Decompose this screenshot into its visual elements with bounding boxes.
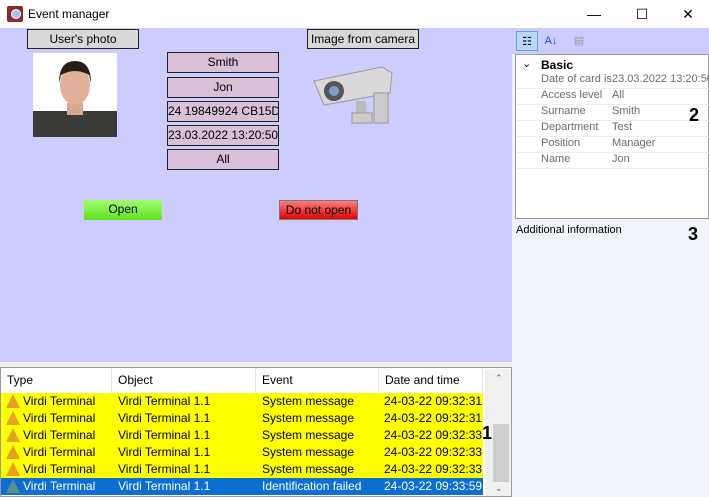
property-key: Surname	[541, 105, 586, 117]
cell-time: 24-03-22 09:32:33	[384, 428, 483, 442]
cell-object: Virdi Terminal 1.1	[118, 394, 211, 408]
cell-type: Virdi Terminal	[23, 411, 96, 425]
column-header-date[interactable]: Date and time	[379, 368, 483, 393]
cell-time: 24-03-22 09:32:31	[384, 411, 483, 425]
do-not-open-button[interactable]: Do not open	[279, 200, 358, 220]
event-row[interactable]: Virdi Terminal Virdi Terminal 1.1 System m…	[1, 427, 483, 444]
cell-event: System message	[262, 428, 355, 442]
property-key: Department	[541, 121, 599, 133]
cell-object: Virdi Terminal 1.1	[118, 428, 211, 442]
collapse-chevron-icon[interactable]: ⌄	[522, 57, 531, 70]
close-button[interactable]: ✕	[665, 0, 709, 28]
property-value: All	[612, 89, 625, 101]
cell-time: 24-03-22 09:32:33	[384, 445, 483, 459]
event-row[interactable]: Virdi Terminal Virdi Terminal 1.1 System m…	[1, 461, 483, 478]
card-date-field: 23.03.2022 13:20:50	[167, 125, 279, 146]
cell-object: Virdi Terminal 1.1	[118, 411, 211, 425]
event-row[interactable]: Virdi Terminal Virdi Terminal 1.1 System m…	[1, 410, 483, 427]
users-photo-label: User's photo	[27, 29, 139, 49]
cell-type: Virdi Terminal	[23, 394, 96, 408]
column-header-event[interactable]: Event	[256, 368, 379, 393]
additional-info-panel: Additional information	[512, 220, 709, 497]
cell-event: Identification failed	[262, 479, 362, 493]
card-number-field: 24 19849924 CB15D	[167, 101, 279, 122]
cell-object: Virdi Terminal 1.1	[118, 445, 211, 459]
event-row[interactable]: Virdi Terminal Virdi Terminal 1.1 Identifi…	[1, 478, 483, 495]
category-basic: Basic	[541, 58, 574, 72]
column-header-type[interactable]: Type	[1, 368, 112, 393]
event-row[interactable]: Virdi Terminal Virdi Terminal 1.1 System m…	[1, 393, 483, 410]
property-row[interactable]: Surname Smith	[516, 105, 709, 121]
cell-event: System message	[262, 394, 355, 408]
property-row[interactable]: Department Test	[516, 121, 709, 137]
additional-info-label: Additional information	[516, 224, 622, 236]
cell-object: Virdi Terminal 1.1	[118, 462, 211, 476]
cell-type: Virdi Terminal	[23, 462, 96, 476]
cell-event: System message	[262, 462, 355, 476]
warning-icon	[6, 394, 20, 408]
name-field: Jon	[167, 77, 279, 98]
user-photo	[33, 53, 117, 137]
cell-object: Virdi Terminal 1.1	[118, 479, 211, 493]
camera-icon	[312, 63, 394, 131]
property-grid: ⌄ Basic Date of card is 23.03.2022 13:20:…	[515, 54, 709, 219]
property-value: Jon	[612, 153, 630, 165]
cell-time: 24-03-22 09:32:33	[384, 462, 483, 476]
cell-type: Virdi Terminal	[23, 428, 96, 442]
scroll-down-icon[interactable]: ⌄	[495, 483, 503, 494]
title-bar: Event manager — ☐ ✕	[0, 0, 709, 28]
property-value: 23.03.2022 13:20:50	[612, 73, 709, 85]
callout-1: 1	[482, 423, 493, 443]
cell-event: System message	[262, 445, 355, 459]
property-toolbar: ☷ A↓ ▤	[512, 28, 709, 54]
event-status-icon	[6, 479, 20, 493]
cell-time: 24-03-22 09:32:31	[384, 394, 483, 408]
property-row[interactable]: Name Jon	[516, 153, 709, 169]
access-level-field: All	[167, 149, 279, 170]
warning-icon	[6, 411, 20, 425]
cell-type: Virdi Terminal	[23, 445, 96, 459]
scroll-up-icon[interactable]: ⌃	[495, 373, 503, 384]
surname-field: Smith	[167, 52, 279, 73]
cell-type: Virdi Terminal	[23, 479, 96, 493]
callout-2: 2	[689, 105, 700, 125]
categorized-icon[interactable]: ☷	[516, 31, 538, 51]
property-value: Manager	[612, 137, 656, 149]
scrollbar-thumb[interactable]	[493, 424, 509, 482]
warning-icon	[6, 428, 20, 442]
property-key: Date of card is	[541, 73, 612, 85]
property-pages-icon[interactable]: ▤	[568, 31, 590, 51]
event-details-panel: User's photo Image from camera Smith Jon…	[0, 28, 512, 362]
property-key: Access level	[541, 89, 603, 101]
warning-icon	[6, 445, 20, 459]
warning-icon	[6, 462, 20, 476]
property-key: Name	[541, 153, 571, 165]
callout-3: 3	[688, 224, 699, 244]
property-key: Position	[541, 137, 581, 149]
event-row[interactable]: Virdi Terminal Virdi Terminal 1.1 System m…	[1, 444, 483, 461]
minimize-button[interactable]: —	[571, 0, 617, 28]
app-icon	[7, 6, 23, 22]
property-row[interactable]: Access level All	[516, 89, 709, 105]
cell-event: System message	[262, 411, 355, 425]
cell-time: 24-03-22 09:33:59	[384, 479, 483, 493]
sort-az-icon[interactable]: A↓	[540, 31, 562, 51]
window-title: Event manager	[28, 7, 110, 21]
open-button[interactable]: Open	[84, 200, 162, 220]
column-header-object[interactable]: Object	[112, 368, 256, 393]
camera-image-label: Image from camera	[307, 29, 419, 49]
property-row[interactable]: Date of card is 23.03.2022 13:20:50	[516, 73, 709, 89]
event-list: Type Object Event Date and time Virdi Te…	[0, 367, 512, 497]
maximize-button[interactable]: ☐	[619, 0, 665, 28]
property-row[interactable]: Position Manager	[516, 137, 709, 153]
